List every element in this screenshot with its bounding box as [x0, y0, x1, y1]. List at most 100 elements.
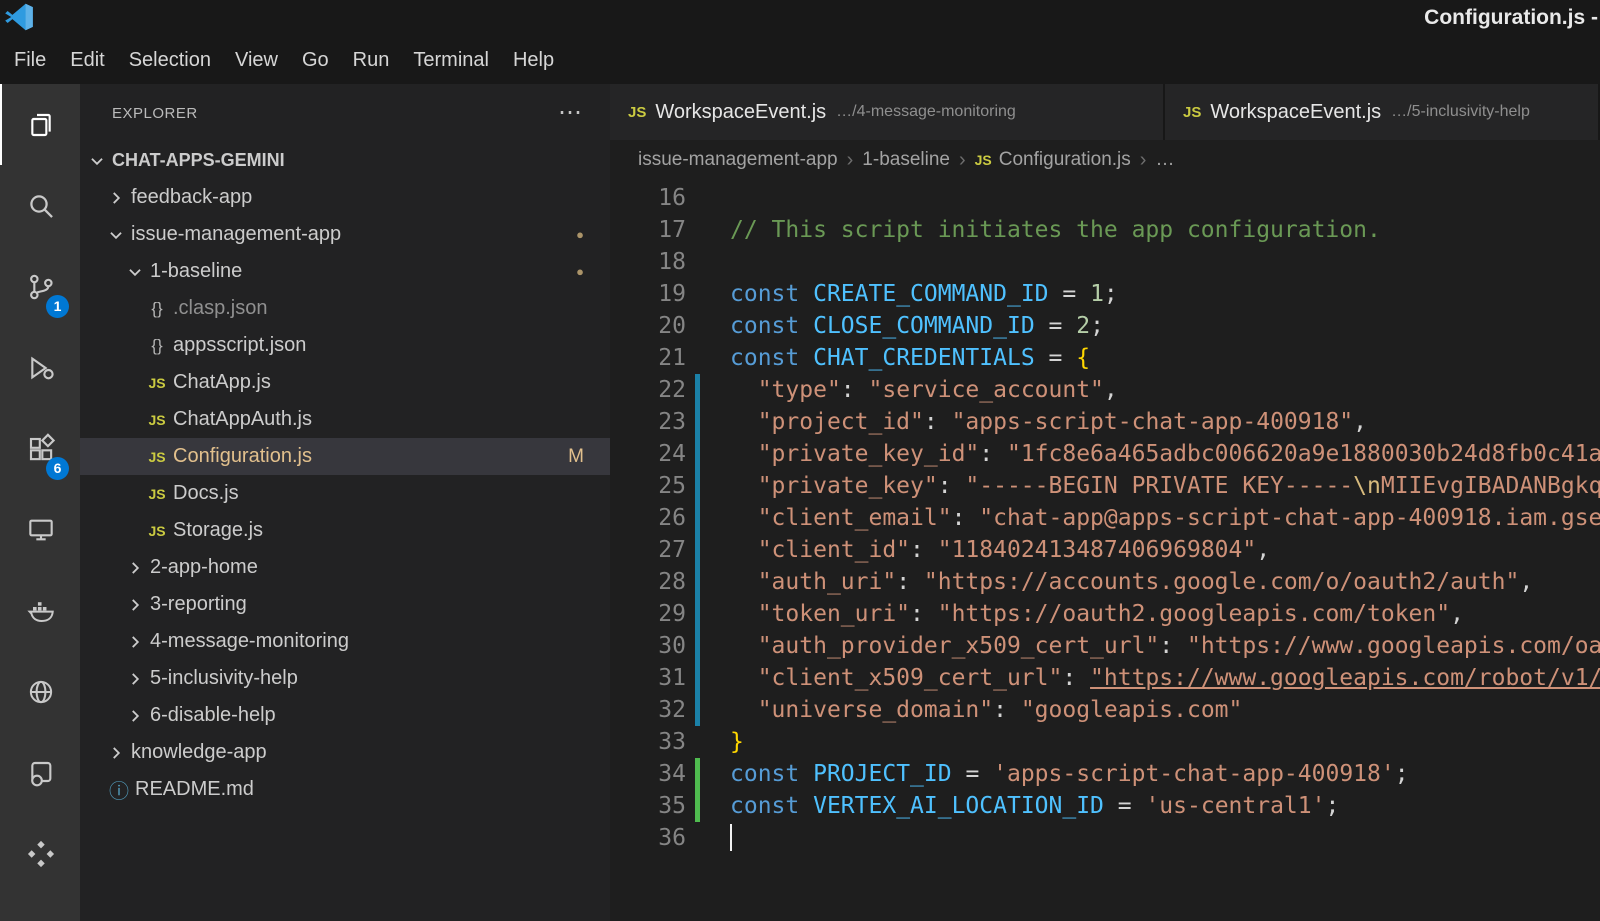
explorer-icon — [25, 109, 57, 141]
code-text: "private_key_id": "1fc8e6a465adbc006620a… — [700, 438, 1600, 470]
tree-item-chatapp-js[interactable]: JSChatApp.js — [80, 364, 610, 401]
tab-description: …/4-message-monitoring — [836, 103, 1016, 121]
activity-source-control[interactable]: 1 — [0, 246, 80, 327]
chevron-right-icon: › — [950, 149, 975, 172]
code-line-32[interactable]: 32 "universe_domain": "googleapis.com" — [610, 694, 1600, 726]
line-number: 21 — [610, 342, 686, 374]
code-line-30[interactable]: 30 "auth_provider_x509_cert_url": "https… — [610, 630, 1600, 662]
tree-item-label: 5-inclusivity-help — [150, 667, 298, 690]
line-number: 29 — [610, 598, 686, 630]
code-line-36[interactable]: 36 — [610, 822, 1600, 854]
tree-item-readme-md[interactable]: ⓘREADME.md — [80, 771, 610, 808]
menu-selection[interactable]: Selection — [117, 49, 223, 72]
code-text: "private_key": "-----BEGIN PRIVATE KEY--… — [700, 470, 1600, 502]
tab-workspaceevent-4-message-monitoring[interactable]: JS WorkspaceEvent.js …/4-message-monitor… — [610, 84, 1165, 140]
menu-file[interactable]: File — [2, 49, 58, 72]
breadcrumb-item-file[interactable]: Configuration.js — [999, 149, 1131, 171]
tab-bar: JS WorkspaceEvent.js …/4-message-monitor… — [610, 84, 1600, 140]
line-number: 25 — [610, 470, 686, 502]
activity-explorer[interactable] — [0, 84, 80, 165]
activity-remote-explorer[interactable] — [0, 489, 80, 570]
code-line-28[interactable]: 28 "auth_uri": "https://accounts.google.… — [610, 566, 1600, 598]
code-line-17[interactable]: 17// This script initiates the app confi… — [610, 214, 1600, 246]
code-line-25[interactable]: 25 "private_key": "-----BEGIN PRIVATE KE… — [610, 470, 1600, 502]
js-file-icon: JS — [147, 449, 167, 465]
activity-globe[interactable] — [0, 651, 80, 732]
tree-item-docs-js[interactable]: JSDocs.js — [80, 475, 610, 512]
tree-item-storage-js[interactable]: JSStorage.js — [80, 512, 610, 549]
code-line-24[interactable]: 24 "private_key_id": "1fc8e6a465adbc0066… — [610, 438, 1600, 470]
code-line-31[interactable]: 31 "client_x509_cert_url": "https://www.… — [610, 662, 1600, 694]
breadcrumb-item-symbol[interactable]: … — [1155, 149, 1174, 171]
breadcrumb: issue-management-app › 1-baseline › JS C… — [610, 140, 1600, 180]
code-text: "type": "service_account", — [700, 374, 1118, 406]
more-actions-button[interactable]: ⋯ — [558, 108, 582, 118]
js-file-icon: JS — [147, 523, 167, 539]
chevron-right-icon — [126, 707, 144, 725]
code-line-23[interactable]: 23 "project_id": "apps-script-chat-app-4… — [610, 406, 1600, 438]
line-number: 19 — [610, 278, 686, 310]
code-line-29[interactable]: 29 "token_uri": "https://oauth2.googleap… — [610, 598, 1600, 630]
tree-item-configuration-js[interactable]: JSConfiguration.jsM — [80, 438, 610, 475]
activity-extensions[interactable]: 6 — [0, 408, 80, 489]
tab-workspaceevent-5-inclusivity-help[interactable]: JS WorkspaceEvent.js …/5-inclusivity-hel… — [1165, 84, 1600, 140]
info-file-icon: ⓘ — [109, 775, 129, 804]
tree-item-6-disable-help[interactable]: 6-disable-help — [80, 697, 610, 734]
line-number: 30 — [610, 630, 686, 662]
menu-go[interactable]: Go — [290, 49, 341, 72]
code-line-18[interactable]: 18 — [610, 246, 1600, 278]
breadcrumb-item-folder[interactable]: issue-management-app — [638, 149, 838, 171]
code-text: "universe_domain": "googleapis.com" — [700, 694, 1242, 726]
code-line-35[interactable]: 35const VERTEX_AI_LOCATION_ID = 'us-cent… — [610, 790, 1600, 822]
menu-terminal[interactable]: Terminal — [401, 49, 501, 72]
cloud-code-icon — [25, 757, 57, 789]
menu-run[interactable]: Run — [341, 49, 402, 72]
code-line-21[interactable]: 21const CHAT_CREDENTIALS = { — [610, 342, 1600, 374]
tree-item-chatappauth-js[interactable]: JSChatAppAuth.js — [80, 401, 610, 438]
chevron-right-icon: › — [838, 149, 863, 172]
code-text — [700, 822, 732, 854]
tree-item-chat-apps-gemini[interactable]: CHAT-APPS-GEMINI — [80, 142, 610, 179]
tree-item-appsscript-json[interactable]: {}appsscript.json — [80, 327, 610, 364]
tree-item-label: ChatAppAuth.js — [173, 408, 312, 431]
git-modified-badge: M — [568, 446, 584, 468]
menu-help[interactable]: Help — [501, 49, 566, 72]
code-line-19[interactable]: 19const CREATE_COMMAND_ID = 1; — [610, 278, 1600, 310]
json-file-icon: {} — [147, 336, 167, 356]
activity-cloud-code[interactable] — [0, 732, 80, 813]
tree-item-2-app-home[interactable]: 2-app-home — [80, 549, 610, 586]
tree-item--clasp-json[interactable]: {}.clasp.json — [80, 290, 610, 327]
tree-item-3-reporting[interactable]: 3-reporting — [80, 586, 610, 623]
menu-edit[interactable]: Edit — [58, 49, 116, 72]
chevron-right-icon — [126, 633, 144, 651]
activity-diamonds[interactable] — [0, 813, 80, 894]
code-line-22[interactable]: 22 "type": "service_account", — [610, 374, 1600, 406]
chevron-right-icon: › — [1131, 149, 1156, 172]
tree-item-5-inclusivity-help[interactable]: 5-inclusivity-help — [80, 660, 610, 697]
code-line-20[interactable]: 20const CLOSE_COMMAND_ID = 2; — [610, 310, 1600, 342]
code-text: "auth_provider_x509_cert_url": "https://… — [700, 630, 1600, 662]
code-line-33[interactable]: 33} — [610, 726, 1600, 758]
docker-icon — [25, 595, 57, 627]
line-number: 17 — [610, 214, 686, 246]
code-line-26[interactable]: 26 "client_email": "chat-app@apps-script… — [610, 502, 1600, 534]
activity-docker[interactable] — [0, 570, 80, 651]
code-line-27[interactable]: 27 "client_id": "118402413487406969804", — [610, 534, 1600, 566]
code-line-16[interactable]: 16 — [610, 182, 1600, 214]
line-number: 18 — [610, 246, 686, 278]
activity-run-debug[interactable] — [0, 327, 80, 408]
code-area[interactable]: 1617// This script initiates the app con… — [610, 180, 1600, 921]
menu-view[interactable]: View — [223, 49, 290, 72]
tree-item-1-baseline[interactable]: 1-baseline● — [80, 253, 610, 290]
tree-item-issue-management-app[interactable]: issue-management-app● — [80, 216, 610, 253]
tree-item-label: issue-management-app — [131, 223, 341, 246]
tree-item-knowledge-app[interactable]: knowledge-app — [80, 734, 610, 771]
code-text: const VERTEX_AI_LOCATION_ID = 'us-centra… — [700, 790, 1339, 822]
chevron-down-icon — [107, 226, 125, 244]
tree-item-feedback-app[interactable]: feedback-app — [80, 179, 610, 216]
activity-search[interactable] — [0, 165, 80, 246]
code-text: const CLOSE_COMMAND_ID = 2; — [700, 310, 1104, 342]
breadcrumb-item-subfolder[interactable]: 1-baseline — [862, 149, 950, 171]
tree-item-4-message-monitoring[interactable]: 4-message-monitoring — [80, 623, 610, 660]
code-line-34[interactable]: 34const PROJECT_ID = 'apps-script-chat-a… — [610, 758, 1600, 790]
